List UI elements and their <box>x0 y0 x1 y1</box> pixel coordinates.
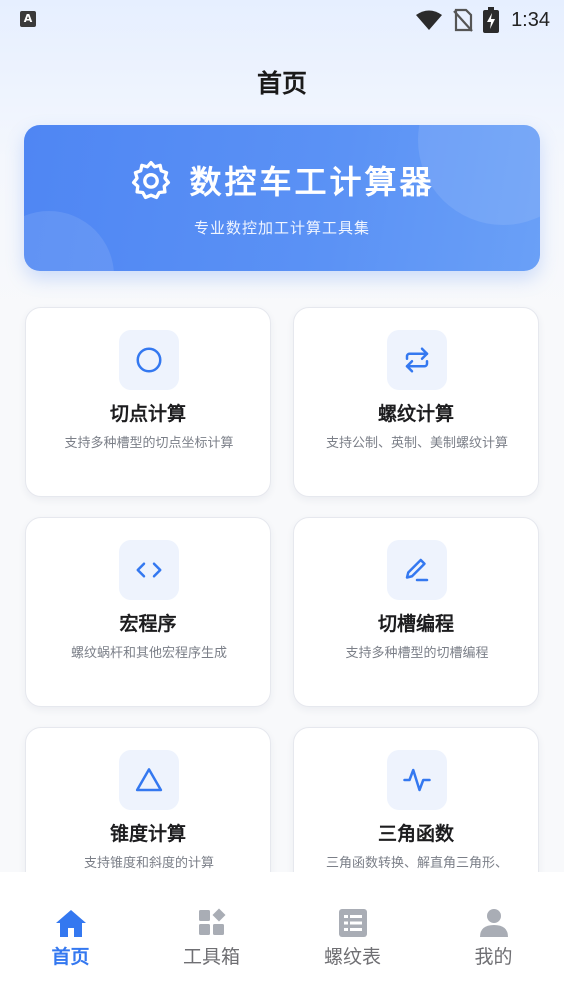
pencil-icon <box>405 558 429 582</box>
gear-icon <box>132 160 171 200</box>
card-icon-box <box>387 330 447 390</box>
card-tangent-point[interactable]: 切点计算 支持多种槽型的切点坐标计算 <box>25 307 271 497</box>
card-desc: 螺纹蜗杆和其他宏程序生成 <box>70 646 227 661</box>
card-desc: 三角函数转换、解直角三角形、 <box>325 856 508 871</box>
no-sim-icon <box>453 8 473 32</box>
nav-label: 首页 <box>51 946 90 968</box>
nav-item-toolbox[interactable]: 工具箱 <box>141 908 282 972</box>
notification-app-letter: A <box>23 12 33 25</box>
nav-item-profile[interactable]: 我的 <box>423 908 564 972</box>
card-title: 切点计算 <box>109 403 186 425</box>
nav-item-thread-table[interactable]: 螺纹表 <box>282 908 423 972</box>
person-icon <box>479 909 508 937</box>
card-desc: 支持公制、英制、美制螺纹计算 <box>325 436 508 451</box>
card-thread-calc[interactable]: 螺纹计算 支持公制、英制、美制螺纹计算 <box>293 307 539 497</box>
card-icon-box <box>387 540 447 600</box>
code-icon <box>136 562 162 578</box>
toolbox-grid-icon <box>198 908 225 935</box>
card-title: 锥度计算 <box>109 823 186 845</box>
card-icon-box <box>119 540 179 600</box>
home-icon <box>55 910 86 937</box>
circle-icon <box>136 347 162 373</box>
battery-charging-icon <box>483 7 500 33</box>
waveform-icon <box>403 768 431 792</box>
card-title: 切槽编程 <box>377 613 454 635</box>
status-icons: 1:34 <box>415 6 550 34</box>
card-title: 宏程序 <box>119 613 177 635</box>
card-desc: 支持多种槽型的切点坐标计算 <box>64 436 234 451</box>
hero-subtitle: 专业数控加工计算工具集 <box>193 219 370 237</box>
card-title: 三角函数 <box>377 823 454 845</box>
card-icon-box <box>387 750 447 810</box>
table-list-icon <box>338 909 367 937</box>
status-bar: A 1:34 <box>0 0 564 40</box>
triangle-icon <box>135 768 163 792</box>
nav-label: 螺纹表 <box>323 946 381 968</box>
card-title: 螺纹计算 <box>377 403 454 425</box>
card-macro-program[interactable]: 宏程序 螺纹蜗杆和其他宏程序生成 <box>25 517 271 707</box>
notification-app-icon: A <box>20 11 36 27</box>
swap-arrows-icon <box>405 347 429 373</box>
home-screen: A 1:34 首页 数控车工计算器 专业数控加工计算工具集 切点计算 支持多种槽… <box>0 0 564 1002</box>
card-icon-box <box>119 330 179 390</box>
nav-label: 工具箱 <box>182 946 240 968</box>
nav-item-home[interactable]: 首页 <box>0 908 141 972</box>
card-desc: 支持多种槽型的切槽编程 <box>345 646 489 661</box>
page-title: 首页 <box>256 69 307 98</box>
wifi-icon <box>416 10 443 30</box>
hero-title: 数控车工计算器 <box>189 163 435 201</box>
bottom-nav: 首页 工具箱 螺纹表 我的 <box>0 872 564 1002</box>
hero-banner: 数控车工计算器 专业数控加工计算工具集 <box>24 125 540 271</box>
card-desc: 支持锥度和斜度的计算 <box>83 856 214 871</box>
nav-label: 我的 <box>474 946 513 968</box>
card-icon-box <box>119 750 179 810</box>
status-time: 1:34 <box>511 8 550 31</box>
hero-title-row: 数控车工计算器 <box>24 155 540 205</box>
card-grooving-program[interactable]: 切槽编程 支持多种槽型的切槽编程 <box>293 517 539 707</box>
